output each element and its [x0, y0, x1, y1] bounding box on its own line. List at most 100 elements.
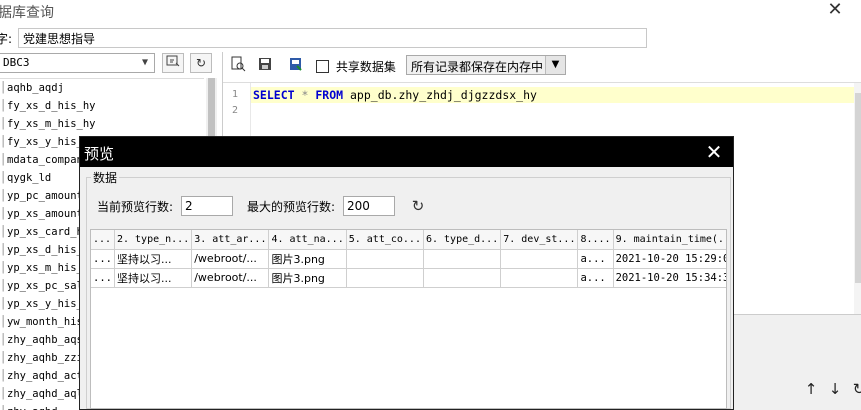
table-name: yp_xs_amount — [7, 208, 83, 220]
refresh-preview-icon[interactable]: ↻ — [408, 196, 428, 216]
table-icon: │ — [0, 136, 7, 148]
table-icon: │ — [0, 298, 7, 310]
table-list-item[interactable]: │fy_xs_d_his_hy — [0, 97, 204, 115]
preview-dialog: 预览 ✕ 数据 当前预览行数: 2 最大的预览行数: 200 ↻ ... 2. t… — [79, 136, 734, 410]
table-name: yp_xs_card_h — [7, 226, 83, 238]
query-toolbar: 共享数据集 所有记录都保存在内存中 ▼ — [223, 52, 861, 78]
chevron-down-icon[interactable]: ▼ — [137, 55, 153, 71]
arrow-down-icon[interactable]: ↓ — [826, 379, 844, 399]
column-header[interactable]: 5. att_co... — [346, 230, 424, 250]
preview-table: ... 2. type_n... 3. att_ar... 4. att_na... 5… — [91, 230, 726, 288]
table-cell: ... — [91, 249, 115, 269]
table-row[interactable]: ... 坚持以习.../webroot/... 图片3.png a... 2021-10… — [91, 268, 726, 288]
refresh-tables-button[interactable]: ↻ — [190, 53, 212, 73]
checkbox-box[interactable] — [316, 60, 329, 73]
column-header[interactable]: 6. type_d... — [423, 230, 502, 250]
table-icon: │ — [0, 118, 7, 130]
table-name: zhy_aqhd_ — [7, 406, 64, 410]
preview-title: 预览 — [84, 145, 115, 163]
column-header[interactable]: ... — [91, 230, 115, 250]
table-cell: 2021-10-20 15:29:02 — [613, 249, 726, 269]
data-group: 数据 当前预览行数: 2 最大的预览行数: 200 ↻ ... 2. type_n… — [86, 169, 731, 409]
datasource-value: DBC3 — [3, 56, 30, 69]
table-icon: │ — [0, 316, 7, 328]
table-icon: │ — [0, 244, 7, 256]
table-cell — [346, 268, 424, 288]
table-name: zhy_aqhd_aql — [7, 388, 83, 400]
table-name: yp_xs_m_his_ — [7, 262, 83, 274]
table-list-item[interactable]: │fy_xs_m_his_hy — [0, 115, 204, 133]
chevron-down-icon[interactable]: ▼ — [545, 56, 565, 74]
sql-keyword-select: SELECT — [253, 88, 295, 102]
table-name: fy_xs_d_his_hy — [7, 100, 96, 112]
editor-scrollbar[interactable] — [854, 83, 861, 315]
preview-icon[interactable] — [229, 56, 247, 74]
table-cell: /webroot/... — [191, 249, 270, 269]
table-cell: /webroot/... — [191, 268, 270, 288]
table-cell — [500, 249, 579, 269]
table-cell — [423, 268, 502, 288]
refresh-icon[interactable]: ↻ — [850, 379, 861, 399]
table-cell — [500, 268, 579, 288]
column-header[interactable]: 3. att_ar... — [191, 230, 270, 250]
table-name: fy_xs_m_his_hy — [7, 118, 96, 130]
refresh-icon: ↻ — [195, 56, 207, 70]
table-list-item[interactable]: │aqhb_aqdj — [0, 79, 204, 97]
table-icon: │ — [0, 352, 7, 364]
keyword-input[interactable]: 党建思想指导 — [18, 28, 647, 48]
memory-mode-select[interactable]: 所有记录都保存在内存中 ▼ — [406, 55, 566, 75]
table-icon: │ — [0, 388, 7, 400]
table-name: aqhb_aqdj — [7, 82, 64, 94]
table-icon: │ — [0, 208, 7, 220]
sql-line[interactable]: SELECT * FROM app_db.zhy_zhdj_djgzzdsx_h… — [251, 87, 854, 103]
table-cell — [346, 249, 424, 269]
keyword-row: 字: 党建思想指导 — [0, 26, 861, 50]
table-cell: 坚持以习... — [114, 268, 193, 288]
table-name: zhy_aqhd_act — [7, 370, 83, 382]
sql-keyword-from: FROM — [315, 88, 344, 102]
table-icon: │ — [0, 190, 7, 202]
table-header-row: ... 2. type_n... 3. att_ar... 4. att_na... 5… — [91, 230, 726, 250]
column-header[interactable]: 4. att_na... — [268, 230, 347, 250]
export-icon[interactable] — [287, 56, 305, 74]
max-rows-label: 最大的预览行数: — [247, 200, 336, 214]
share-dataset-checkbox[interactable]: 共享数据集 — [316, 58, 396, 75]
column-header[interactable]: 8.... — [577, 230, 614, 250]
preview-grid: ... 2. type_n... 3. att_ar... 4. att_na... 5… — [90, 229, 727, 409]
column-header[interactable]: 2. type_n... — [114, 230, 193, 250]
keyword-label: 字: — [0, 32, 13, 46]
column-header[interactable]: 9. maintain_time(... — [613, 230, 726, 250]
table-name: yp_xs_d_his_ — [7, 244, 83, 256]
table-icon: │ — [0, 370, 7, 382]
table-name: yp_pc_amount — [7, 190, 83, 202]
sql-star: * — [301, 88, 309, 102]
current-rows-input[interactable]: 2 — [181, 196, 233, 216]
table-icon: │ — [0, 172, 7, 184]
table-icon: │ — [0, 226, 7, 238]
current-rows-label: 当前预览行数: — [97, 200, 174, 214]
table-cell: 图片3.png — [268, 249, 347, 269]
datasource-select[interactable]: DBC3 ▼ — [0, 53, 155, 73]
table-name: zhy_aqhb_zzi — [7, 352, 83, 364]
preview-titlebar: 预览 ✕ — [80, 137, 733, 167]
window-close-icon[interactable]: ✕ — [820, 0, 850, 22]
line-number: 2 — [231, 105, 238, 116]
close-icon[interactable]: ✕ — [700, 138, 728, 166]
max-rows-input[interactable]: 200 — [343, 196, 395, 216]
arrow-up-icon[interactable]: ↑ — [802, 379, 820, 399]
table-cell: 坚持以习... — [114, 249, 193, 269]
table-icon: │ — [0, 100, 7, 112]
filter-tables-button[interactable] — [162, 53, 184, 73]
table-icon: │ — [0, 334, 7, 346]
table-cell: ... — [91, 268, 115, 288]
table-name: mdata_compan — [7, 154, 83, 166]
save-icon[interactable] — [256, 56, 274, 74]
table-row[interactable]: ... 坚持以习.../webroot/... 图片3.png a... 2021-10… — [91, 249, 726, 269]
line-number: 1 — [231, 89, 238, 100]
table-cell: a... — [577, 268, 614, 288]
scrollbar-thumb[interactable] — [855, 93, 861, 283]
column-header[interactable]: 7. dev_st... — [500, 230, 579, 250]
window-titlebar: 据库查询 ✕ — [0, 0, 861, 24]
table-name: yp_xs_pc_sal — [7, 280, 83, 292]
table-icon: │ — [0, 280, 7, 292]
